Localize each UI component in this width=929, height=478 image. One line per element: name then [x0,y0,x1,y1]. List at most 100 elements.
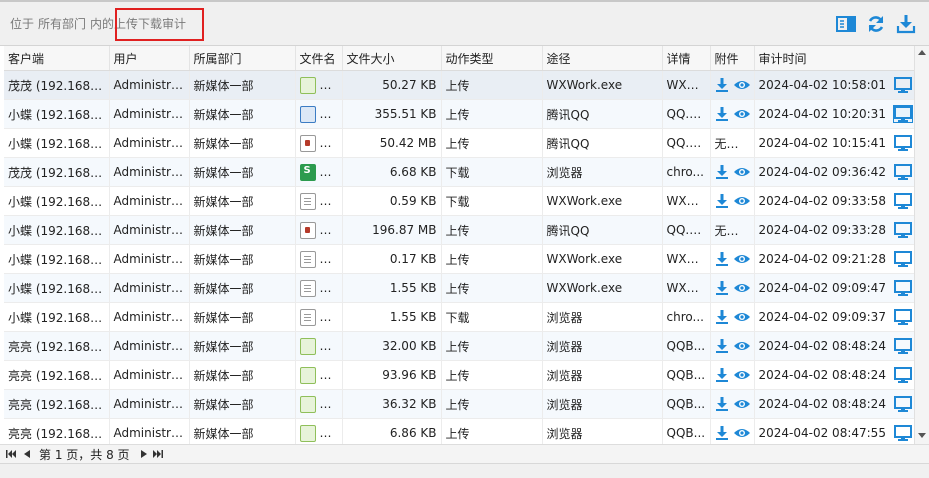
monitor-icon[interactable] [893,367,912,383]
table-row[interactable]: 小蝶 (192.168.3...Administra...新媒体一部标...0.… [4,186,916,216]
png-file-icon [299,338,316,355]
scroll-up-icon[interactable] [918,50,926,55]
cell-action: 下载 [441,186,543,216]
download-attachment-icon[interactable] [715,339,729,354]
preview-eye-icon[interactable] [733,195,750,207]
cell-via: 腾讯QQ [542,99,663,129]
cell-via: WXWork.exe [542,186,663,216]
cell-client: 小蝶 (192.168.3... [4,244,110,274]
cell-action: 上传 [441,389,543,419]
cell-dept: 新媒体一部 [189,215,296,245]
monitor-icon[interactable] [893,135,912,151]
download-attachment-icon[interactable] [715,107,729,122]
preview-eye-icon[interactable] [733,166,750,178]
cell-filename: 4... [295,70,343,100]
preview-eye-icon[interactable] [733,427,750,439]
download-attachment-icon[interactable] [715,310,729,325]
monitor-icon[interactable] [893,280,912,296]
column-header[interactable]: 详情 [662,46,711,71]
download-attachment-icon[interactable] [715,78,729,93]
column-header[interactable]: 所属部门 [189,46,296,71]
page-indicator: 第 1 页，共 8 页 [39,448,130,462]
download-attachment-icon[interactable] [715,252,729,267]
cell-dept: 新媒体一部 [189,418,296,444]
panel-toggle-icon[interactable] [836,14,856,34]
monitor-icon[interactable] [893,309,912,325]
table-row[interactable]: 小蝶 (192.168.3...Administra...新媒体一部文...1.… [4,302,916,332]
monitor-icon[interactable] [892,105,913,123]
cell-size: 0.17 KB [342,244,442,274]
cell-size: 32.00 KB [342,331,442,361]
cell-dept: 新媒体一部 [189,302,296,332]
preview-eye-icon[interactable] [733,108,750,120]
preview-eye-icon[interactable] [733,340,750,352]
doc-file-icon [299,193,316,210]
monitor-icon[interactable] [893,193,912,209]
last-page-icon[interactable] [153,450,163,458]
cell-dept: 新媒体一部 [189,99,296,129]
column-header[interactable]: 动作类型 [441,46,543,71]
table-row[interactable]: 小蝶 (192.168.3...Administra...新媒体一部福...50… [4,128,916,158]
cell-via: 腾讯QQ [542,215,663,245]
monitor-icon[interactable] [893,222,912,238]
cell-attachment [710,331,755,361]
column-header[interactable]: 文件大小 [342,46,442,71]
cell-action: 上传 [441,70,543,100]
cell-attachment [710,70,755,100]
cell-via: 浏览器 [542,157,663,187]
download-attachment-icon[interactable] [715,426,729,441]
table-row[interactable]: 小蝶 (192.168.3...Administra...新媒体一部4...19… [4,215,916,245]
preview-eye-icon[interactable] [733,253,750,265]
download-icon[interactable] [896,14,916,34]
table-row[interactable]: 茂茂 (192.168.3...Administra...新媒体一部4...50… [4,70,916,100]
table-row[interactable]: 亮亮 (192.168.4...Administra...新媒体一部2...93… [4,360,916,390]
download-attachment-icon[interactable] [715,194,729,209]
preview-eye-icon[interactable] [733,79,750,91]
audit-table: 客户端 用户 所属部门 文件名 文件大小 动作类型 途径 详情 附件 审计时间 茂茂 (192.1… [4,46,916,444]
download-attachment-icon[interactable] [715,397,729,412]
table-row[interactable]: 小蝶 (192.168.3...Administra...新媒体一部文...1.… [4,273,916,303]
preview-eye-icon[interactable] [733,282,750,294]
monitor-icon[interactable] [893,77,912,93]
monitor-icon[interactable] [893,251,912,267]
table-row[interactable]: 亮亮 (192.168.4...Administra...新媒体一部外...6.… [4,418,916,444]
column-header[interactable]: 用户 [109,46,190,71]
preview-eye-icon[interactable] [733,398,750,410]
cell-via: 浏览器 [542,331,663,361]
table-row[interactable]: 小蝶 (192.168.3...Administra...新媒体一部2...35… [4,99,916,129]
png-file-icon [299,76,316,94]
monitor-icon[interactable] [893,425,912,441]
column-header[interactable]: 附件 [710,46,755,71]
monitor-icon[interactable] [893,338,912,354]
column-header[interactable]: 客户端 [4,46,110,71]
doc-file-icon [299,309,316,326]
cell-client: 小蝶 (192.168.3... [4,273,110,303]
monitor-icon[interactable] [893,164,912,180]
preview-eye-icon[interactable] [733,369,750,381]
preview-eye-icon[interactable] [733,311,750,323]
breadcrumb-department[interactable]: 所有部门 [38,17,86,31]
vertical-scrollbar[interactable] [914,46,929,444]
next-page-icon[interactable] [141,450,147,458]
column-header[interactable]: 途径 [542,46,663,71]
table-row[interactable]: 茂茂 (192.168.3...Administra...新媒体一部自...6.… [4,157,916,187]
download-attachment-icon[interactable] [715,281,729,296]
scroll-down-icon[interactable] [918,433,926,438]
download-attachment-icon[interactable] [715,368,729,383]
cell-time: 2024-04-02 09:09:37 [754,302,916,332]
column-header[interactable]: 审计时间 [754,46,916,71]
cell-detail: chro... [662,157,711,187]
cell-user: Administra... [109,186,190,216]
table-row[interactable]: 亮亮 (192.168.4...Administra...新媒体一部加...32… [4,331,916,361]
refresh-icon[interactable] [866,14,886,34]
video-file-icon [299,221,316,239]
table-row[interactable]: 亮亮 (192.168.4...Administra...新媒体一部文...36… [4,389,916,419]
first-page-icon[interactable] [6,450,16,458]
monitor-icon[interactable] [893,396,912,412]
column-header[interactable]: 文件名 [295,46,343,71]
prev-page-icon[interactable] [24,450,30,458]
table-row[interactable]: 小蝶 (192.168.3...Administra...新媒体一部4...0.… [4,244,916,274]
audit-time-text: 2024-04-02 09:09:47 [758,281,886,295]
cell-attachment: 无附件 [710,215,755,245]
download-attachment-icon[interactable] [715,165,729,180]
